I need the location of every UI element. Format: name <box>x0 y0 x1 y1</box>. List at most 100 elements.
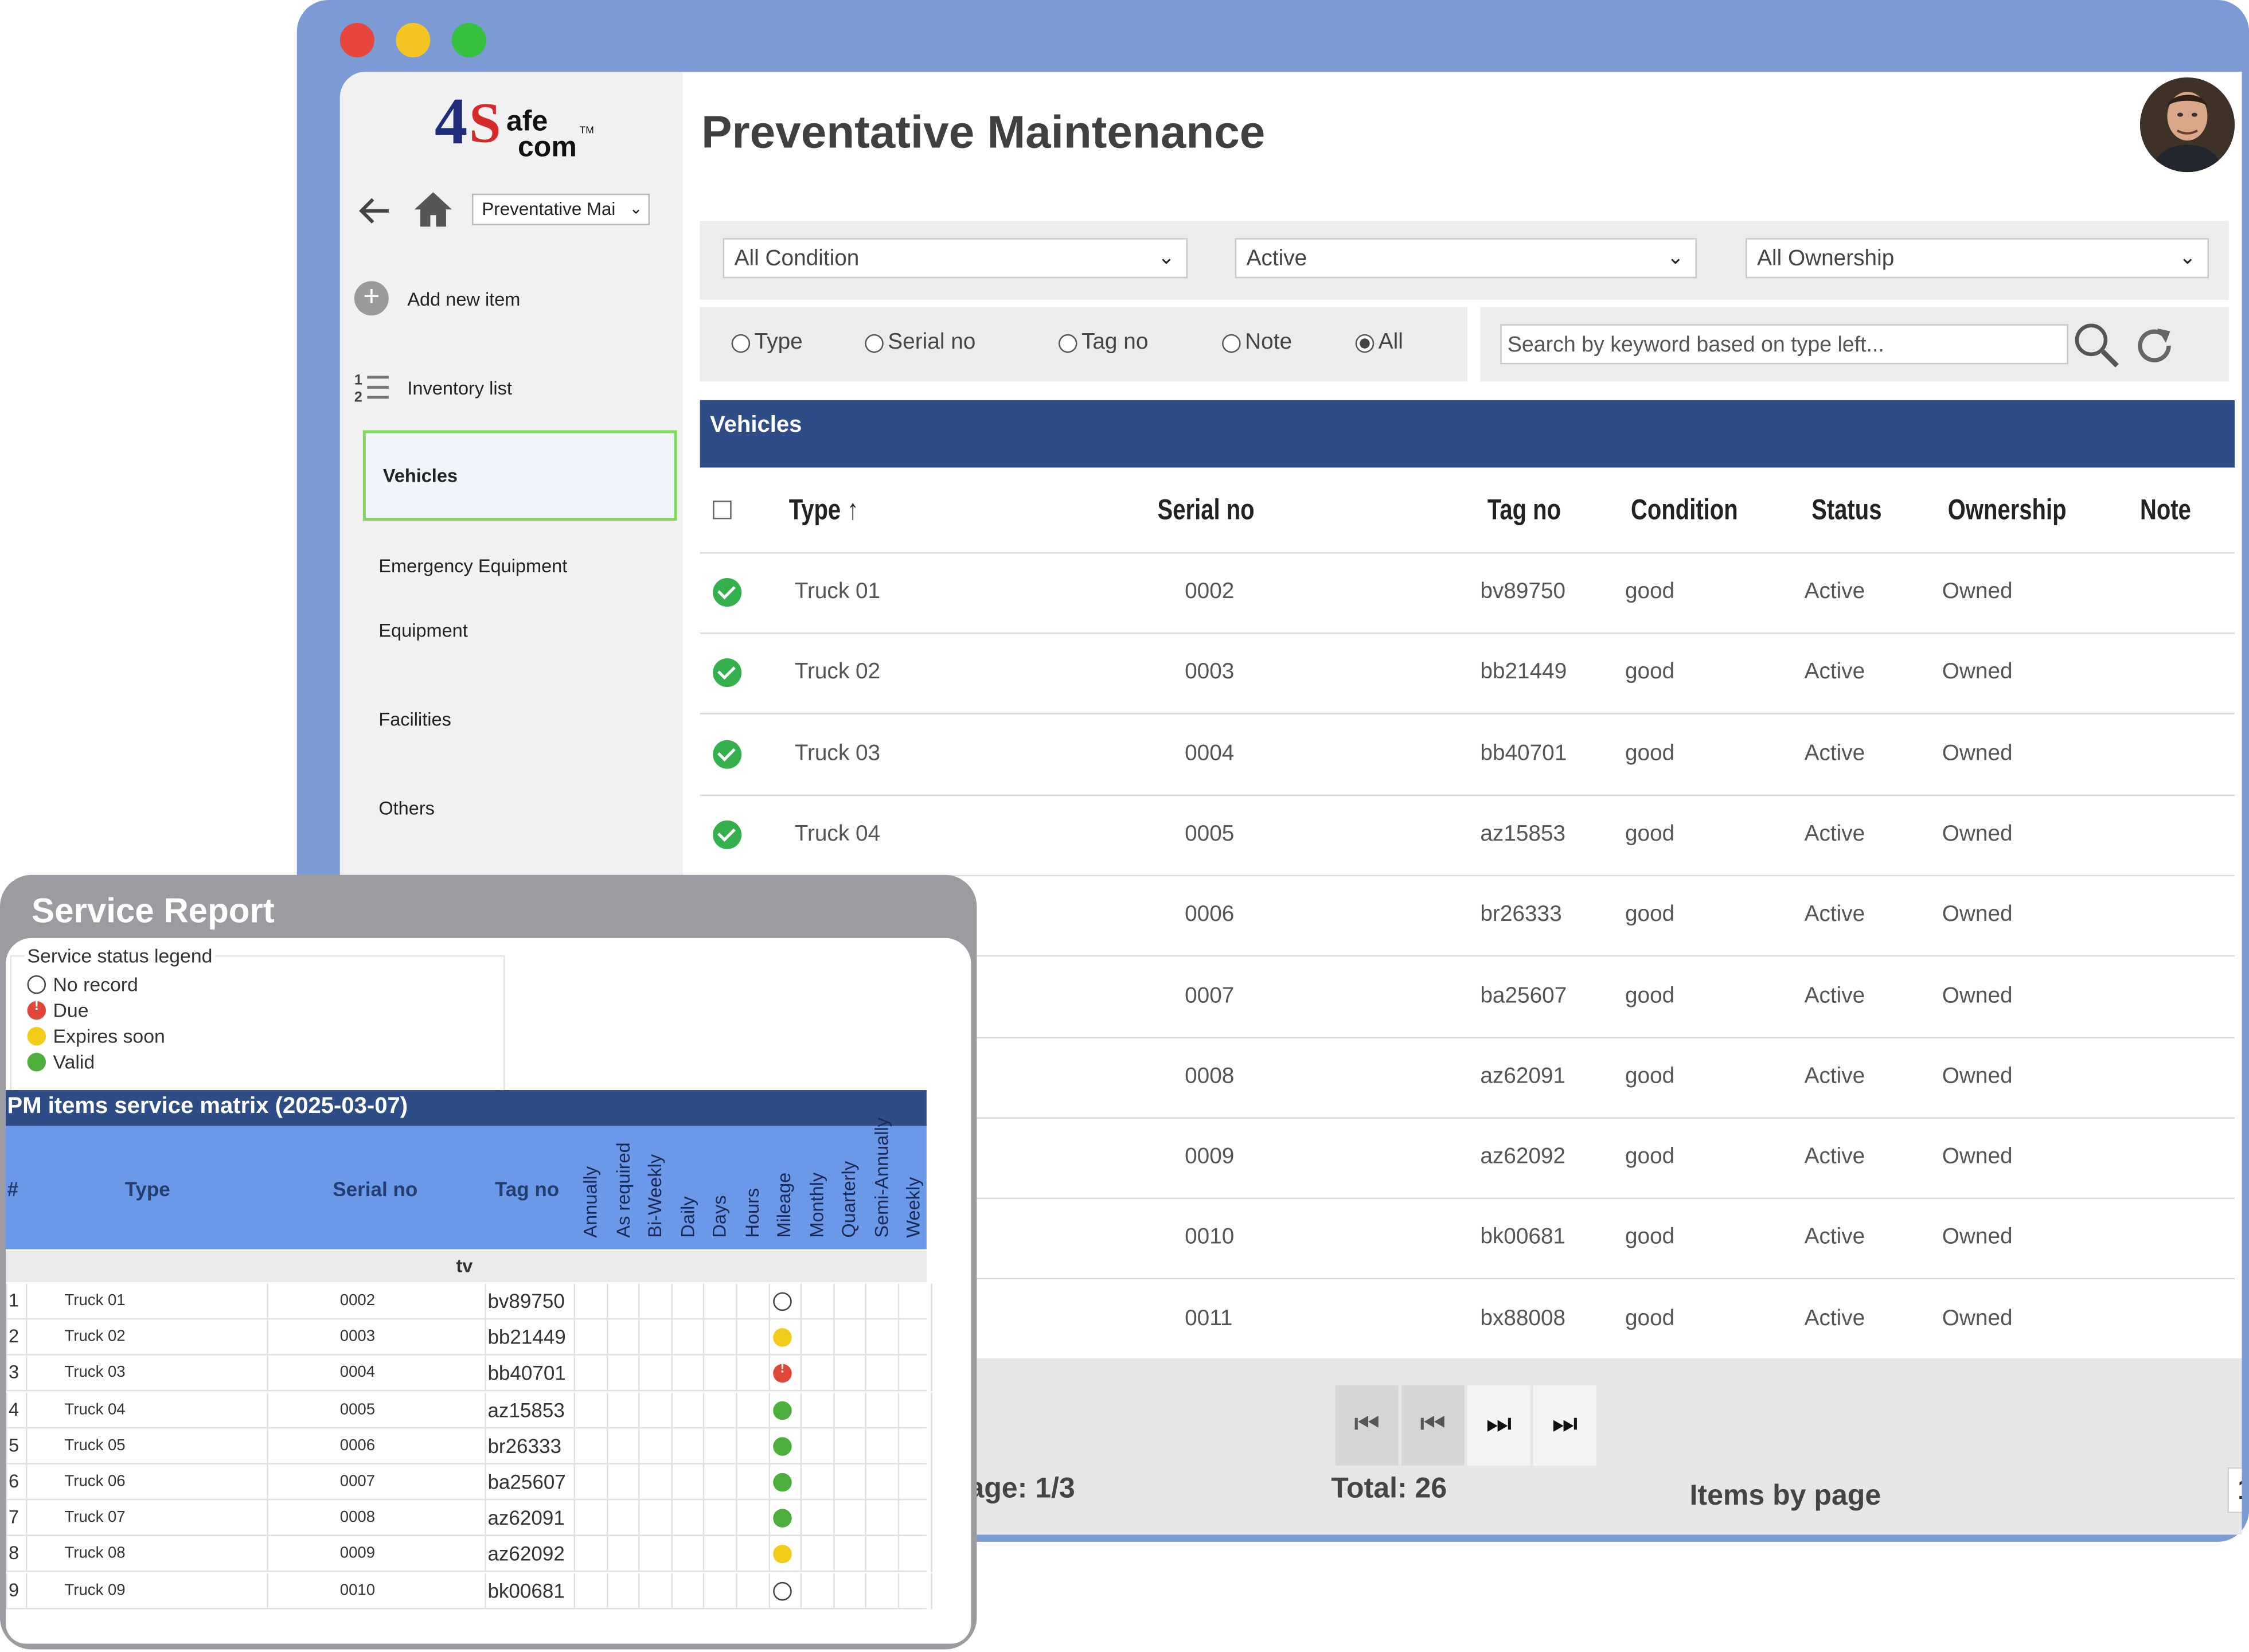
row-serial-no: 0006 <box>339 1436 376 1454</box>
search-type-radio-note[interactable]: Note <box>1222 330 1292 356</box>
category-facilities[interactable]: Facilities <box>378 709 451 731</box>
previous-page-button[interactable]: ⏮ <box>1401 1385 1465 1466</box>
category-equipment[interactable]: Equipment <box>378 620 467 642</box>
cell-divider <box>606 1319 608 1356</box>
cell-divider <box>638 1319 641 1356</box>
minimize-window-button[interactable] <box>396 23 431 58</box>
items-by-page-select[interactable]: 10 ⌄ <box>2227 1467 2242 1513</box>
no-record-status-icon <box>773 1581 792 1600</box>
next-page-button[interactable]: ⏭ <box>1467 1385 1530 1466</box>
close-window-button[interactable] <box>339 23 374 58</box>
search-type-radio-tag-no[interactable]: Tag no <box>1058 330 1148 356</box>
refresh-icon[interactable] <box>2133 323 2178 369</box>
condition-cell: good <box>1625 741 1675 766</box>
cell-divider <box>897 1500 900 1537</box>
cell-divider <box>606 1500 608 1537</box>
user-avatar[interactable] <box>2139 77 2235 173</box>
cell-divider <box>671 1356 673 1392</box>
row-serial-no: 0007 <box>339 1473 376 1490</box>
home-icon[interactable] <box>412 189 455 229</box>
add-new-item-button[interactable]: + Add new item <box>354 281 520 316</box>
ownership-cell: Owned <box>1942 741 2013 766</box>
row-tag-no: bv89750 <box>487 1289 565 1313</box>
ownership-filter-select[interactable]: All Ownership ⌄ <box>1746 238 2209 279</box>
matrix-group-row: tv <box>6 1251 927 1283</box>
select-all-checkbox[interactable] <box>713 500 732 520</box>
table-row[interactable]: Truck 01 0002 bv89750 good Active Owned <box>700 554 2235 634</box>
last-page-button[interactable]: ⏭ <box>1533 1385 1596 1466</box>
breadcrumb-select[interactable]: Preventative Mai ⌄ <box>471 193 650 225</box>
inventory-list-button[interactable]: 12 Inventory list <box>354 370 512 404</box>
back-arrow-icon[interactable] <box>357 195 392 226</box>
status-cell: Active <box>1804 660 1865 685</box>
cell-divider <box>768 1500 770 1537</box>
ownership-cell: Owned <box>1942 1225 2013 1250</box>
table-row[interactable]: Truck 03 0004 bb40701 good Active Owned <box>700 715 2235 796</box>
cell-divider <box>267 1500 268 1537</box>
cell-divider <box>485 1319 486 1356</box>
table-row[interactable]: Truck 02 0003 bb21449 good Active Owned <box>700 634 2235 715</box>
cell-divider <box>26 1392 28 1428</box>
cell-divider <box>865 1536 867 1573</box>
cell-divider <box>930 1500 932 1537</box>
period-column-header: Hours <box>740 1188 763 1238</box>
matrix-row: 8 Truck 08 0009 az62092 <box>6 1536 932 1573</box>
cell-divider <box>6 1392 7 1428</box>
row-number: 2 <box>9 1325 19 1348</box>
logo-tm: TM <box>579 126 594 136</box>
ownership-cell: Owned <box>1942 579 2013 604</box>
column-header-note[interactable]: Note <box>2140 495 2191 528</box>
cell-divider <box>736 1500 737 1537</box>
row-serial-no: 0002 <box>339 1292 376 1310</box>
check-circle-icon[interactable] <box>713 578 742 607</box>
ownership-cell: Owned <box>1942 902 2013 927</box>
check-circle-icon[interactable] <box>713 658 742 688</box>
cell-divider <box>606 1356 608 1392</box>
column-header-status[interactable]: Status <box>1811 495 1881 528</box>
cell-divider <box>638 1283 641 1320</box>
serial-no-cell: 0002 <box>1185 579 1235 604</box>
first-page-button[interactable]: ⏮ <box>1335 1385 1399 1466</box>
matrix-row: 7 Truck 07 0008 az62091 <box>6 1500 932 1537</box>
search-icon[interactable] <box>2072 321 2121 370</box>
row-number: 7 <box>9 1506 19 1528</box>
search-type-radio-all[interactable]: All <box>1355 330 1403 356</box>
type-cell: Truck 01 <box>794 579 881 604</box>
search-type-radio-serial-no[interactable]: Serial no <box>865 330 975 356</box>
tag-no-cell: az62092 <box>1480 1145 1566 1169</box>
tag-no-cell: ba25607 <box>1480 983 1567 1008</box>
column-header-ownership[interactable]: Ownership <box>1948 495 2067 528</box>
search-bar: Search by keyword based on type left... <box>1480 307 2230 382</box>
column-header-serial-no[interactable]: Serial no <box>1158 495 1255 528</box>
cell-divider <box>6 1356 7 1392</box>
column-header-condition[interactable]: Condition <box>1631 495 1738 528</box>
type-cell: Truck 03 <box>794 741 881 766</box>
maximize-window-button[interactable] <box>451 23 486 58</box>
column-header-type[interactable]: Type ↑ <box>789 495 859 528</box>
check-circle-icon[interactable] <box>713 820 742 849</box>
status-cell: Active <box>1804 821 1865 846</box>
previous-page-icon: ⏮ <box>1420 1408 1446 1440</box>
status-filter-select[interactable]: Active ⌄ <box>1235 238 1697 279</box>
category-vehicles[interactable]: Vehicles <box>362 430 677 521</box>
cell-divider <box>897 1283 900 1320</box>
chevron-down-icon: ⌄ <box>2179 245 2196 268</box>
condition-filter-select[interactable]: All Condition ⌄ <box>723 238 1188 279</box>
cell-divider <box>930 1536 932 1573</box>
column-header-tag-no[interactable]: Tag no <box>1487 495 1561 528</box>
table-row[interactable]: Truck 04 0005 az15853 good Active Owned <box>700 796 2235 877</box>
serial-no-cell: 0009 <box>1185 1145 1235 1169</box>
cell-divider <box>6 1500 7 1537</box>
cell-divider <box>897 1392 900 1428</box>
serial-no-cell: 0003 <box>1185 660 1235 685</box>
check-circle-icon[interactable] <box>713 739 742 768</box>
cell-divider <box>6 1319 7 1356</box>
nav-row: Preventative Mai ⌄ <box>357 189 673 232</box>
row-number: 4 <box>9 1397 19 1420</box>
search-type-radio-type[interactable]: Type <box>731 330 803 356</box>
cell-divider <box>485 1464 486 1501</box>
search-input[interactable]: Search by keyword based on type left... <box>1500 324 2068 365</box>
category-others[interactable]: Others <box>378 798 435 819</box>
cell-divider <box>671 1572 673 1609</box>
category-emergency-equipment[interactable]: Emergency Equipment <box>378 555 567 577</box>
